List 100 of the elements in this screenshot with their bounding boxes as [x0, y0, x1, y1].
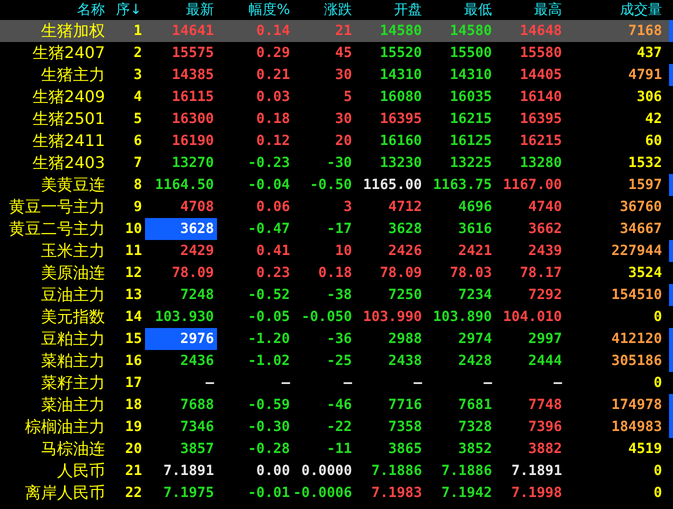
instrument-name: 棕榈油主力: [24, 416, 106, 438]
table-cell: 7292: [528, 287, 562, 303]
table-cell: 16300: [172, 111, 214, 127]
table-cell: 437: [636, 45, 662, 61]
table-cell: 78.17: [520, 265, 562, 281]
table-cell: 78.09: [380, 265, 422, 281]
table-cell: 0: [654, 485, 662, 501]
table-cell: 16115: [172, 89, 214, 105]
row-number: 11: [124, 242, 143, 261]
row-number: 10: [124, 220, 143, 239]
table-cell: 13270: [172, 155, 214, 171]
instrument-name: 美元指数: [40, 306, 106, 328]
table-cell: 1163.75: [432, 177, 492, 193]
table-cell: 16125: [450, 133, 492, 149]
table-cell: 7.1975: [163, 485, 214, 501]
table-cell: -0.05: [248, 309, 290, 325]
table-cell: 3865: [388, 441, 422, 457]
table-cell: -0.01: [248, 485, 290, 501]
table-cell: 7.1998: [511, 485, 562, 501]
table-cell: 3882: [528, 441, 562, 457]
table-cell: 2429: [180, 243, 214, 259]
table-cell: 16190: [172, 133, 214, 149]
table-cell: -0.52: [248, 287, 290, 303]
table-cell: 3616: [458, 221, 492, 237]
table-cell: 103.890: [432, 309, 492, 325]
table-cell: 4740: [528, 199, 562, 215]
instrument-name: 生猪2407: [31, 42, 106, 64]
table-cell: 7328: [458, 419, 492, 435]
table-cell: 4519: [628, 441, 662, 457]
table-cell: 16215: [520, 133, 562, 149]
table-cell: -0.23: [248, 155, 290, 171]
table-cell: 0: [654, 463, 662, 479]
table-cell: 16395: [380, 111, 422, 127]
table-cell: -0.04: [248, 177, 290, 193]
table-cell: 3628: [388, 221, 422, 237]
column-header[interactable]: 最低: [425, 1, 495, 19]
table-cell: 2974: [458, 331, 492, 347]
table-cell: 0: [654, 309, 662, 325]
table-cell: -38: [326, 287, 352, 303]
table-cell: 15575: [172, 45, 214, 61]
table-cell: 7748: [528, 397, 562, 413]
table-cell: 305186: [611, 353, 662, 369]
row-number: 12: [124, 264, 143, 283]
column-header[interactable]: 开盘: [355, 1, 425, 19]
table-cell: -1.20: [248, 331, 290, 347]
column-header[interactable]: 成交量: [565, 1, 665, 19]
table-cell: —: [282, 375, 290, 391]
instrument-name: 生猪2409: [31, 86, 106, 108]
column-header[interactable]: 涨跌: [293, 1, 355, 19]
row-number: 17: [124, 374, 143, 393]
table-cell: 16215: [450, 111, 492, 127]
table-cell: -1.02: [248, 353, 290, 369]
table-cell: 3857: [180, 441, 214, 457]
table-cell: 2421: [458, 243, 492, 259]
table-cell: —: [344, 375, 352, 391]
column-header[interactable]: 幅度%: [217, 1, 293, 19]
row-number: 7: [132, 154, 143, 173]
table-cell: 184983: [611, 419, 662, 435]
column-header[interactable]: 最高: [495, 1, 565, 19]
column-header[interactable]: 最新: [145, 1, 217, 19]
instrument-name: 美原油连: [40, 262, 106, 284]
instrument-name: 豆油主力: [40, 284, 106, 306]
row-number: 19: [124, 418, 143, 437]
row-number: 3: [132, 66, 143, 85]
row-number: 21: [124, 462, 143, 481]
table-cell: 1532: [628, 155, 662, 171]
table-cell: -0.50: [310, 177, 352, 193]
table-cell: 7.1891: [163, 463, 214, 479]
row-number: 4: [132, 88, 143, 107]
table-cell: 2436: [180, 353, 214, 369]
table-cell: 1164.50: [154, 177, 214, 193]
column-header[interactable]: 序↓: [108, 1, 145, 19]
table-cell: 10: [335, 243, 352, 259]
column-header[interactable]: 名称: [0, 1, 108, 19]
highlighted-cell: 2976: [145, 328, 217, 350]
instrument-name: 玉米主力: [40, 240, 106, 262]
row-number: 14: [124, 308, 143, 327]
table-cell: 174978: [611, 397, 662, 413]
table-cell: 4708: [180, 199, 214, 215]
table-cell: -17: [326, 221, 352, 237]
table-cell: 15580: [520, 45, 562, 61]
table-cell: 1597: [628, 177, 662, 193]
instrument-name: 黄豆一号主力: [8, 196, 106, 218]
table-cell: 16035: [450, 89, 492, 105]
table-cell: 2997: [528, 331, 562, 347]
table-cell: 16160: [380, 133, 422, 149]
instrument-name: 菜油主力: [40, 394, 106, 416]
table-cell: -22: [326, 419, 352, 435]
highlighted-cell: 3628: [145, 218, 217, 240]
row-number: 9: [132, 198, 143, 217]
table-cell: 13225: [450, 155, 492, 171]
instrument-name: 生猪2501: [31, 108, 106, 130]
table-cell: —: [414, 375, 422, 391]
table-cell: 60: [645, 133, 662, 149]
selected-row[interactable]: 生猪加权 1 14641 0.14 21 14580 14580 14648 7168: [0, 20, 673, 42]
table-cell: 4791: [628, 67, 662, 83]
table-cell: -0.0006: [293, 485, 352, 501]
table-cell: 20: [335, 133, 352, 149]
row-number: 16: [124, 352, 143, 371]
table-cell: 104.010: [502, 309, 562, 325]
